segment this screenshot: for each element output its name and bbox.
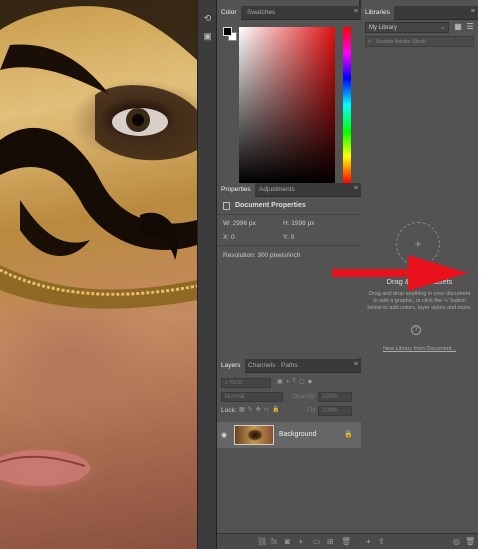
chevron-down-icon: ⌄ — [439, 25, 445, 31]
layers-panel: Layers Channels Paths ≡ ⌕ Kind ▣◑T▢◆ Nor… — [217, 359, 361, 549]
libraries-footer: + ⇪ ◎ 🗑 — [361, 533, 478, 549]
x-value[interactable]: X: 0 — [223, 234, 235, 241]
history-icon[interactable]: ⟲ — [201, 12, 214, 25]
mask-photo — [0, 0, 197, 486]
width-value[interactable]: W: 2996 px — [223, 220, 256, 227]
library-select-value: My Library — [369, 25, 398, 31]
color-panel-tabs: Color Swatches ≡ — [217, 6, 361, 20]
layer-row-background[interactable]: ◉ Background 🔒 — [217, 422, 361, 448]
panel-menu-icon[interactable]: ≡ — [471, 8, 475, 15]
layers-footer: ⛓ fx ◙ ◐ ▭ ⊞ 🗑 — [217, 533, 361, 549]
tab-channels[interactable]: Channels — [244, 359, 279, 373]
drop-description: Drag and drop anything in your document … — [367, 291, 472, 311]
adjustment-icon[interactable]: ◐ — [299, 537, 304, 546]
folder-icon[interactable]: ▭ — [313, 537, 321, 546]
tab-properties[interactable]: Properties — [217, 183, 255, 197]
new-layer-icon[interactable]: ⊞ — [327, 537, 334, 546]
tab-swatches[interactable]: Swatches — [243, 6, 279, 20]
resolution-value: Resolution: 300 pixels/inch — [223, 252, 301, 259]
divider — [217, 214, 361, 215]
stock-search-input[interactable]: ⌕ Search Adobe Stock — [365, 36, 474, 47]
tab-layers[interactable]: Layers — [217, 359, 245, 373]
mask-icon[interactable]: ◙ — [285, 537, 290, 546]
tab-paths[interactable]: Paths — [277, 359, 302, 373]
filter-kind-label: Kind — [230, 380, 243, 386]
trash-icon[interactable]: 🗑 — [341, 537, 351, 546]
panel-menu-icon[interactable]: ≡ — [354, 361, 358, 368]
tab-color[interactable]: Color — [217, 6, 241, 20]
tab-adjustments[interactable]: Adjustments — [255, 183, 299, 197]
lock-label: Lock: — [221, 407, 237, 414]
search-placeholder: Search Adobe Stock — [376, 39, 426, 45]
hue-slider[interactable] — [343, 27, 351, 183]
fx-icon[interactable]: fx — [271, 537, 277, 546]
properties-icon[interactable]: ▣ — [201, 30, 214, 43]
foreground-color-swatch[interactable] — [223, 27, 232, 36]
new-library-link[interactable]: New Library from Document... — [361, 346, 478, 352]
annotation-arrow-icon — [332, 255, 468, 291]
color-spectrum[interactable] — [239, 27, 335, 183]
panel-menu-icon[interactable]: ≡ — [354, 8, 358, 15]
library-select[interactable]: My Library ⌄ — [365, 22, 449, 33]
stock-icon[interactable]: ◎ — [453, 537, 460, 546]
document-icon — [223, 202, 230, 210]
opacity-label: Opacity: — [292, 393, 316, 400]
fill-label: Fill: — [307, 407, 318, 414]
link-icon[interactable]: ⛓ — [257, 537, 267, 546]
photoshop-window: ⟲ ▣ Color Swatches ≡ Properties Adjustme… — [0, 0, 489, 549]
search-icon: ⌕ — [368, 39, 372, 45]
layer-name[interactable]: Background — [279, 431, 316, 438]
properties-title: Document Properties — [235, 202, 306, 209]
grid-view-icon[interactable]: ▦ — [453, 22, 463, 32]
blend-mode-select[interactable]: Normal — [221, 392, 283, 402]
layer-thumbnail — [234, 425, 274, 445]
libraries-panel-tabs: Libraries ≡ — [361, 6, 478, 20]
panel-menu-icon[interactable]: ≡ — [354, 185, 358, 192]
window-edge — [478, 0, 489, 549]
lock-icons[interactable]: ▦✎✥▭🔒 — [239, 406, 283, 413]
add-icon[interactable]: + — [366, 537, 371, 546]
properties-panel-tabs: Properties Adjustments ≡ — [217, 183, 361, 197]
height-value[interactable]: H: 1998 px — [283, 220, 314, 227]
list-view-icon[interactable]: ☰ — [465, 22, 475, 32]
fill-input[interactable]: 100% — [318, 406, 352, 416]
filter-icons[interactable]: ▣◑T▢◆ — [277, 378, 315, 385]
layer-filter-select[interactable]: ⌕ Kind — [221, 378, 271, 388]
divider — [217, 245, 361, 246]
tool-strip: ⟲ ▣ — [197, 0, 217, 549]
tab-libraries[interactable]: Libraries — [361, 6, 394, 20]
opacity-input[interactable]: 100% — [318, 392, 352, 402]
lock-icon: 🔒 — [344, 431, 353, 438]
y-value[interactable]: Y: 0 — [283, 234, 294, 241]
eye-icon[interactable]: ◉ — [221, 431, 227, 439]
cloud-upload-icon[interactable]: ⇪ — [378, 537, 385, 546]
trash-icon[interactable]: 🗑 — [465, 537, 475, 546]
color-panel — [217, 20, 361, 188]
layers-panel-tabs: Layers Channels Paths ≡ — [217, 359, 361, 373]
foreground-background-swatch[interactable] — [223, 27, 237, 41]
document-canvas[interactable] — [0, 0, 197, 549]
help-icon[interactable]: ? — [411, 325, 421, 335]
